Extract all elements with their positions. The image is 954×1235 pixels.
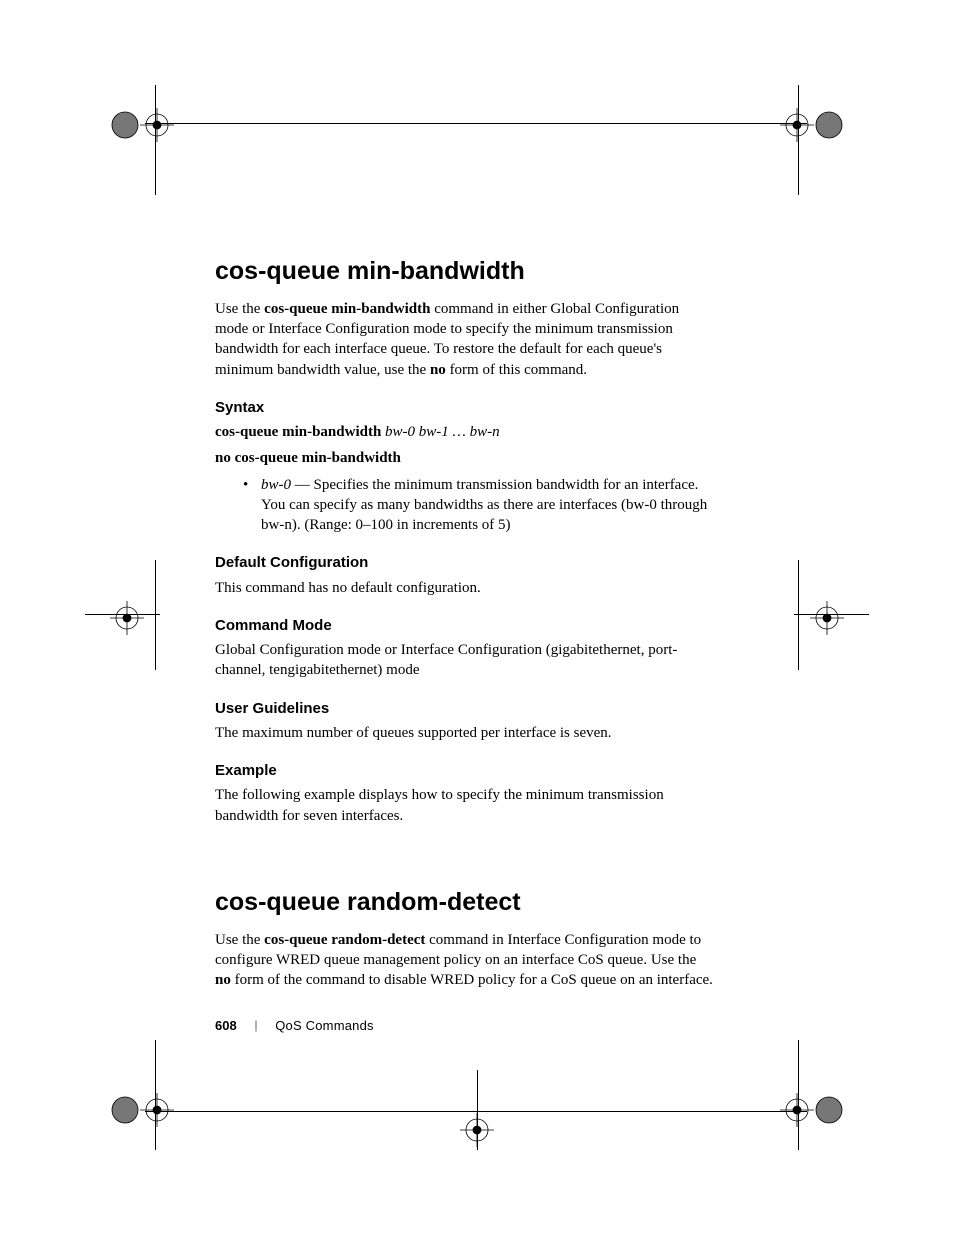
- page-footer: 608 | QoS Commands: [215, 1018, 374, 1033]
- crop-rule-mr-h: [794, 614, 869, 615]
- crop-rule-bottom: [145, 1111, 807, 1112]
- syntax-no-line: no cos-queue min-bandwidth: [215, 448, 715, 468]
- example-heading: Example: [215, 761, 715, 781]
- syntax-line: cos-queue min-bandwidth bw-0 bw-1 … bw-n: [215, 422, 715, 442]
- command-name: cos-queue random-detect: [264, 932, 425, 948]
- default-config-text: This command has no default configuratio…: [215, 578, 715, 598]
- command-mode-text: Global Configuration mode or Interface C…: [215, 640, 715, 681]
- command-name: cos-queue min-bandwidth: [264, 301, 430, 317]
- section-heading: cos-queue random-detect: [215, 886, 715, 920]
- page-number: 608: [215, 1018, 237, 1033]
- user-guidelines-text: The maximum number of queues supported p…: [215, 723, 715, 743]
- keyword-no: no: [430, 362, 446, 378]
- footer-separator: |: [255, 1018, 258, 1033]
- registration-mark-icon: [85, 588, 145, 648]
- section-intro: Use the cos-queue random-detect command …: [215, 930, 715, 991]
- text: Use the: [215, 932, 264, 948]
- section-block: cos-queue random-detect Use the cos-queu…: [215, 886, 715, 991]
- chapter-label: QoS Commands: [275, 1018, 374, 1033]
- syntax-bullets: bw-0 — Specifies the minimum transmissio…: [215, 475, 715, 536]
- crop-rule-bl-v: [155, 1040, 156, 1150]
- syntax-command: cos-queue min-bandwidth: [215, 424, 381, 440]
- default-config-heading: Default Configuration: [215, 553, 715, 573]
- text: form of the command to disable WRED poli…: [231, 972, 713, 988]
- syntax-args: bw-0 bw-1 … bw-n: [381, 424, 499, 440]
- registration-mark-icon: [85, 75, 175, 165]
- user-guidelines-heading: User Guidelines: [215, 699, 715, 719]
- command-mode-heading: Command Mode: [215, 616, 715, 636]
- syntax-heading: Syntax: [215, 398, 715, 418]
- crop-rule-mr-v: [798, 560, 799, 670]
- text: form of this command.: [446, 362, 587, 378]
- arg-name: bw-0: [261, 477, 291, 493]
- syntax-bullet: bw-0 — Specifies the minimum transmissio…: [243, 475, 715, 536]
- section-heading: cos-queue min-bandwidth: [215, 255, 715, 289]
- registration-mark-icon: [779, 75, 869, 165]
- registration-mark-icon: [779, 1070, 869, 1160]
- registration-mark-icon: [809, 588, 869, 648]
- crop-rule-br-v: [798, 1040, 799, 1150]
- crop-rule-ml-v: [155, 560, 156, 670]
- crop-rule-tl-v: [155, 85, 156, 195]
- section-intro: Use the cos-queue min-bandwidth command …: [215, 299, 715, 380]
- page: cos-queue min-bandwidth Use the cos-queu…: [0, 0, 954, 1235]
- crop-rule-mc-v: [477, 1070, 478, 1150]
- keyword-no: no: [215, 972, 231, 988]
- crop-rule-top: [145, 123, 807, 124]
- crop-rule-ml-h: [85, 614, 160, 615]
- text: Use the: [215, 301, 264, 317]
- example-text: The following example displays how to sp…: [215, 785, 715, 826]
- arg-desc: — Specifies the minimum transmission ban…: [261, 477, 707, 534]
- registration-mark-icon: [85, 1070, 175, 1160]
- crop-rule-tr-v: [798, 85, 799, 195]
- page-content: cos-queue min-bandwidth Use the cos-queu…: [215, 255, 715, 996]
